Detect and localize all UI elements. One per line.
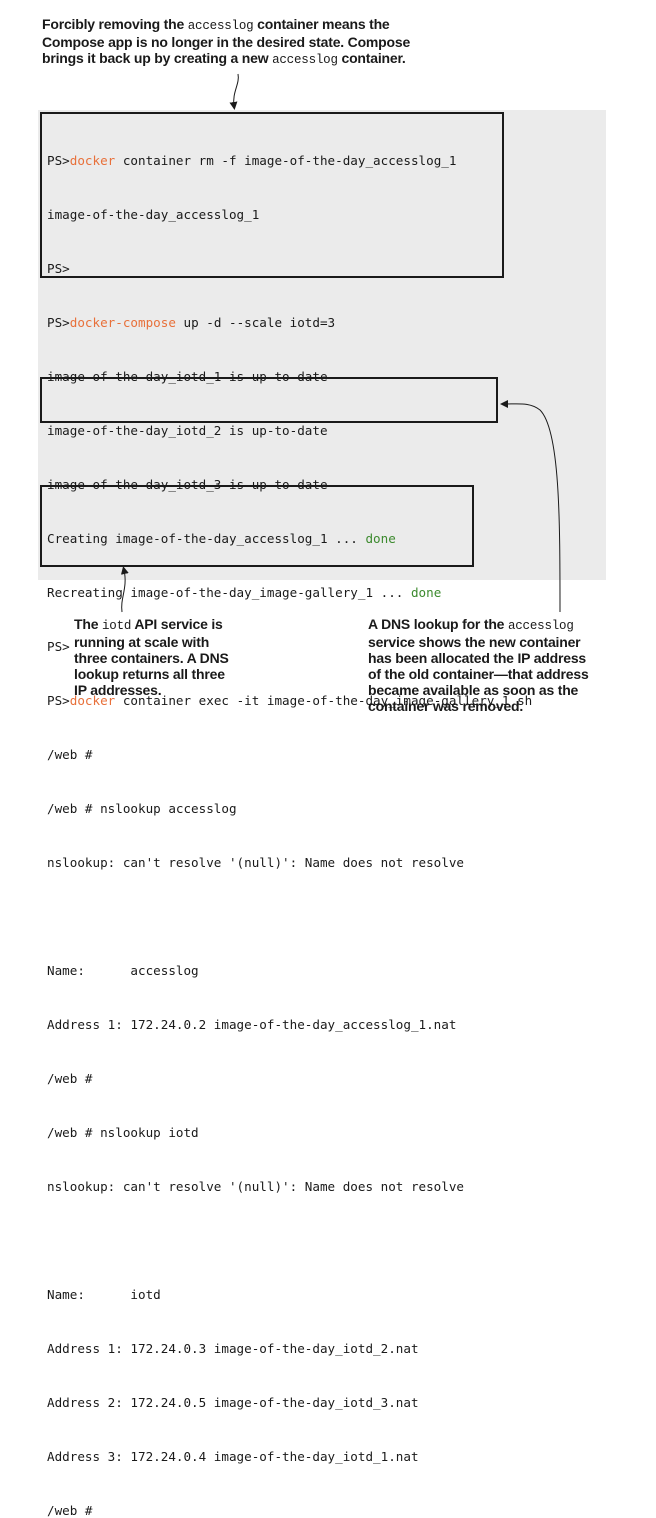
terminal-line: Recreating image-of-the-day_image-galler… <box>47 585 442 600</box>
terminal-line: image-of-the-day_accesslog_1 <box>47 207 260 222</box>
terminal-line: Address 2: 172.24.0.5 image-of-the-day_i… <box>47 1395 419 1410</box>
accesslog-code: accesslog <box>272 53 338 67</box>
terminal-line: Creating image-of-the-day_accesslog_1 ..… <box>47 531 396 546</box>
terminal-line: image-of-the-day_iotd_3 is up-to-date <box>47 477 328 492</box>
terminal-line: PS> <box>47 261 70 276</box>
terminal-line: PS>docker-compose up -d --scale iotd=3 <box>47 315 336 330</box>
terminal-line: image-of-the-day_iotd_1 is up-to-date <box>47 369 328 384</box>
terminal-line: nslookup: can't resolve '(null)': Name d… <box>47 855 465 870</box>
terminal-line: nslookup: can't resolve '(null)': Name d… <box>47 1179 465 1194</box>
terminal-line: /web # <box>47 1071 93 1086</box>
done-status: done <box>365 531 396 546</box>
terminal-line: Address 1: 172.24.0.3 image-of-the-day_i… <box>47 1341 419 1356</box>
terminal-line: /web # <box>47 1503 93 1518</box>
right-callout-line-6: container was removed. <box>368 698 524 714</box>
iotd-code: iotd <box>101 619 132 633</box>
terminal-line: /web # nslookup iotd <box>47 1125 199 1140</box>
terminal-line: image-of-the-day_iotd_2 is up-to-date <box>47 423 328 438</box>
right-callout-line-1: A DNS lookup for the accesslog <box>368 616 574 633</box>
command-name: docker-compose <box>69 315 176 330</box>
terminal-line: /web # nslookup accesslog <box>47 801 237 816</box>
right-callout-line-3: has been allocated the IP address <box>368 650 587 666</box>
top-callout-arrow <box>229 73 239 110</box>
top-callout: Forcibly removing the accesslog containe… <box>42 16 410 68</box>
terminal-line: Address 1: 172.24.0.2 image-of-the-day_a… <box>47 1017 457 1032</box>
right-callout-line-5: became available as soon as the <box>368 682 579 698</box>
terminal-line: Address 3: 172.24.0.4 image-of-the-day_i… <box>47 1449 419 1464</box>
terminal-output: PS>docker container rm -f image-of-the-d… <box>47 116 532 1518</box>
left-callout-line-3: three containers. A DNS <box>74 650 229 666</box>
left-callout-line-2: running at scale with <box>74 634 210 650</box>
top-callout-line-3: brings it back up by creating a new acce… <box>42 50 406 67</box>
done-status: done <box>410 585 442 600</box>
command-name: docker <box>69 153 116 168</box>
terminal-line: Name: iotd <box>47 1287 161 1302</box>
terminal-line: Name: accesslog <box>47 963 199 978</box>
accesslog-code: accesslog <box>507 619 574 633</box>
top-callout-line-2: Compose app is no longer in the desired … <box>42 34 411 50</box>
left-callout: The iotd API service is running at scale… <box>74 616 229 698</box>
terminal-line: PS>docker container rm -f image-of-the-d… <box>47 153 457 168</box>
terminal-line: /web # <box>47 747 93 762</box>
left-callout-line-1: The iotd API service is <box>74 616 223 633</box>
right-callout-line-2: service shows the new container <box>368 634 581 650</box>
top-callout-line-1: Forcibly removing the accesslog containe… <box>42 16 390 33</box>
left-callout-line-4: lookup returns all three <box>74 666 225 682</box>
right-callout-line-4: of the old container—that address <box>368 666 589 682</box>
left-callout-line-5: IP addresses. <box>74 682 162 698</box>
right-callout: A DNS lookup for the accesslog service s… <box>368 616 589 714</box>
accesslog-code: accesslog <box>187 19 254 33</box>
